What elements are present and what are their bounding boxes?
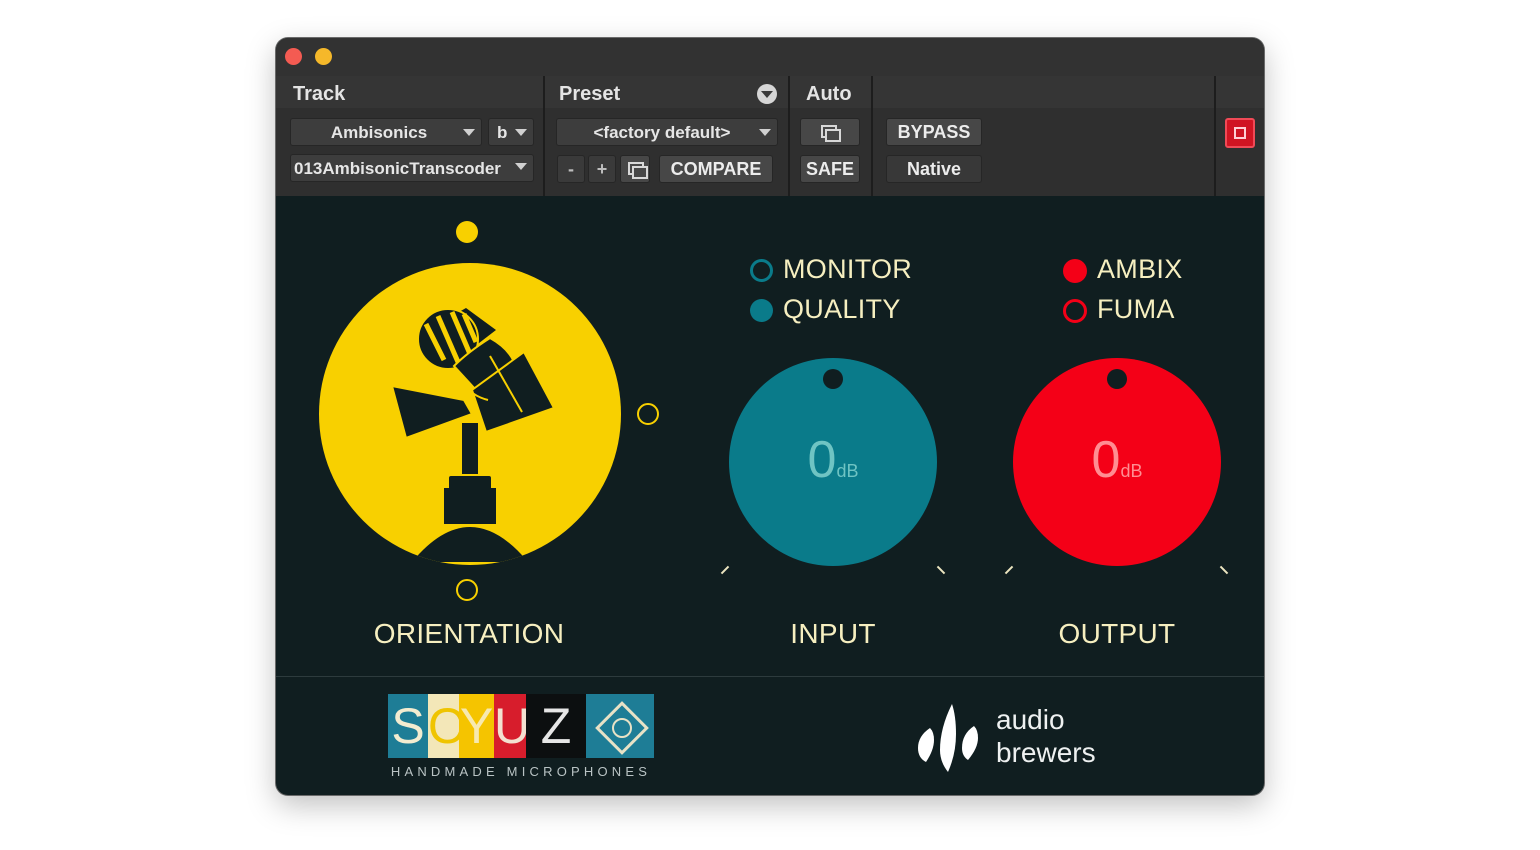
track-channel-dropdown[interactable]: b	[488, 118, 534, 146]
auto-header-label: Auto	[806, 83, 852, 105]
preset-dropdown[interactable]: <factory default>	[556, 118, 778, 146]
knob-min-tick	[1004, 565, 1014, 575]
monitor-label: MONITOR	[783, 254, 913, 284]
soyuz-tagline: HANDMADE MICROPHONES	[390, 764, 652, 779]
stop-icon	[1234, 127, 1246, 139]
input-gain-readout: 0dB	[729, 430, 937, 490]
native-indicator: Native	[886, 155, 982, 183]
knob-min-tick	[720, 565, 730, 575]
native-label: Native	[906, 159, 962, 179]
output-gain-readout: 0dB	[1013, 430, 1221, 490]
safe-label: SAFE	[805, 159, 854, 179]
chevron-down-icon	[463, 129, 475, 136]
soyuz-letter-block: Y	[459, 694, 494, 758]
fuma-radio[interactable]	[1063, 299, 1087, 323]
separator	[871, 76, 873, 196]
monitor-radio[interactable]	[750, 259, 773, 282]
close-window-button[interactable]	[285, 48, 302, 65]
knob-indicator	[823, 369, 843, 389]
orientation-indicator-dot	[456, 221, 478, 243]
preset-header-label: Preset	[559, 83, 621, 105]
audio-brewers-logo: audio brewers	[912, 696, 1132, 776]
chevron-down-icon	[761, 91, 773, 98]
bypass-button[interactable]: BYPASS	[886, 118, 982, 146]
soyuz-letter-block: U	[494, 694, 530, 758]
audio-brewers-mark-icon	[918, 704, 978, 772]
chevron-down-icon	[759, 129, 771, 136]
output-label: OUTPUT	[1058, 618, 1176, 649]
orientation-label: ORIENTATION	[373, 618, 565, 649]
orientation-position-marker[interactable]	[637, 403, 659, 425]
compare-label: COMPARE	[670, 159, 762, 179]
compare-button[interactable]: COMPARE	[659, 155, 773, 183]
preset-copy-button[interactable]	[620, 155, 650, 183]
knob-max-tick	[936, 565, 946, 575]
track-channel-value: b	[497, 123, 508, 142]
soyuz-letter-block: S	[388, 694, 428, 758]
separator	[1214, 76, 1216, 196]
track-type-value: Ambisonics	[330, 123, 428, 142]
input-gain-knob[interactable]: 0dB	[729, 358, 937, 566]
ambix-label: AMBIX	[1097, 254, 1183, 284]
input-gain-value: 0	[807, 431, 837, 489]
minimize-window-button[interactable]	[315, 48, 332, 65]
orientation-control[interactable]	[318, 262, 622, 566]
separator	[543, 76, 545, 196]
input-gain-unit: dB	[836, 461, 859, 481]
separator	[788, 76, 790, 196]
minus-label: -	[568, 159, 574, 179]
chevron-down-icon	[515, 163, 527, 170]
title-bar	[276, 38, 1264, 76]
output-gain-unit: dB	[1120, 461, 1143, 481]
soyuz-logo: S O Y U Z HANDMADE MICROPHONES	[388, 694, 654, 782]
output-gain-value: 0	[1091, 431, 1121, 489]
safe-button[interactable]: SAFE	[800, 155, 860, 183]
copy-icon	[621, 156, 651, 184]
plugin-select-dropdown[interactable]: 013AmbisonicTranscoder	[290, 154, 534, 182]
footer-divider	[276, 676, 1264, 677]
chevron-down-icon	[515, 129, 527, 136]
soyuz-letter-block: O	[428, 694, 467, 758]
quality-label: QUALITY	[783, 294, 901, 324]
brand-line2: brewers	[996, 737, 1096, 768]
ambix-radio[interactable]	[1063, 259, 1087, 283]
automation-icon	[801, 119, 861, 147]
preset-value: <factory default>	[593, 123, 731, 142]
brand-line1: audio	[996, 704, 1065, 735]
soyuz-emblem-icon	[586, 694, 654, 758]
bypass-label: BYPASS	[897, 122, 971, 142]
input-label: INPUT	[790, 618, 876, 649]
automation-window-button[interactable]	[800, 118, 860, 146]
orientation-position-marker[interactable]	[456, 579, 478, 601]
fuma-label: FUMA	[1097, 294, 1175, 324]
plugin-window: Track Preset Auto Ambisonics b 013Ambiso…	[276, 38, 1264, 795]
knob-indicator	[1107, 369, 1127, 389]
track-header-label: Track	[293, 83, 346, 105]
plus-label: +	[596, 159, 608, 179]
output-gain-knob[interactable]: 0dB	[1013, 358, 1221, 566]
preset-menu-button[interactable]	[757, 84, 777, 104]
track-type-dropdown[interactable]: Ambisonics	[290, 118, 482, 146]
preset-next-button[interactable]: +	[588, 155, 616, 183]
knob-max-tick	[1219, 565, 1229, 575]
preset-previous-button[interactable]: -	[557, 155, 585, 183]
quality-radio[interactable]	[750, 299, 773, 322]
plugin-power-button[interactable]	[1225, 118, 1255, 148]
plugin-select-value: 013AmbisonicTranscoder	[294, 159, 501, 178]
soyuz-letter-block: Z	[526, 694, 586, 758]
